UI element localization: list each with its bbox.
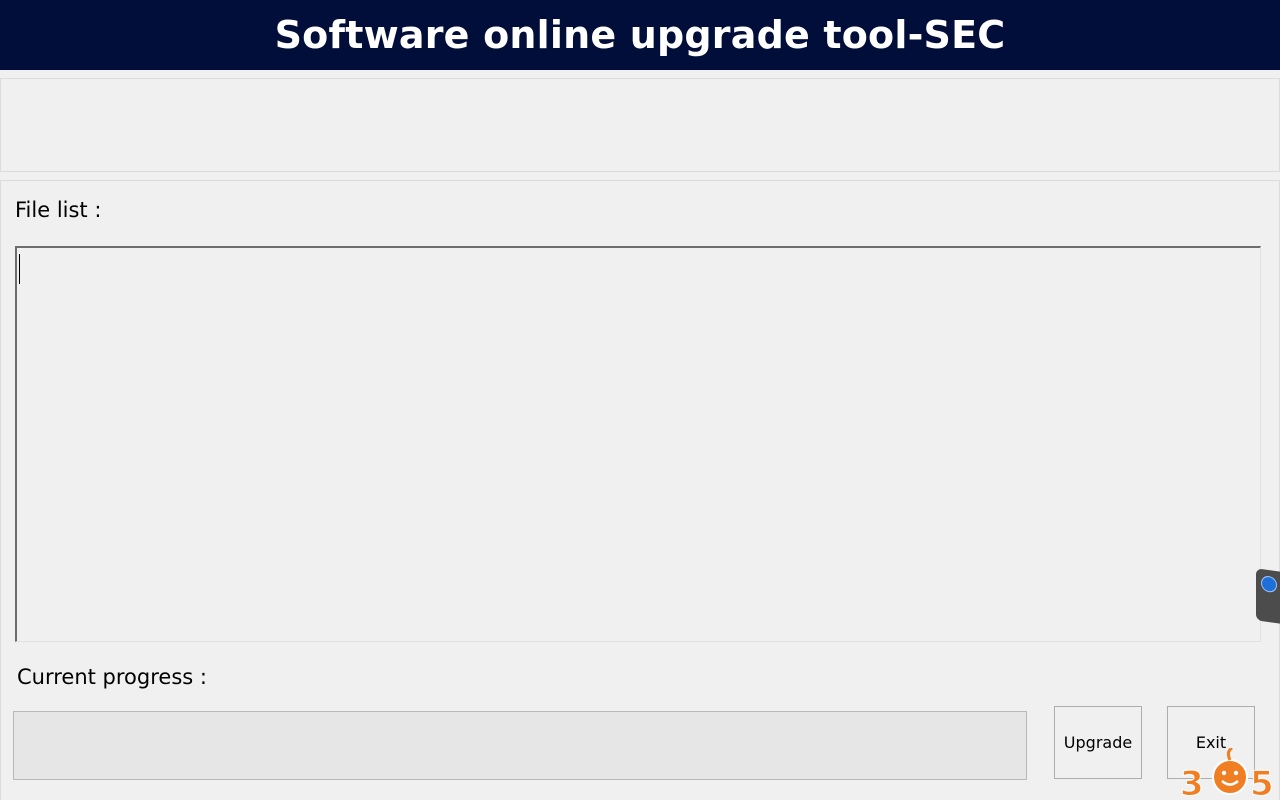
progress-label: Current progress : — [17, 665, 207, 689]
upgrade-button[interactable]: Upgrade — [1054, 706, 1142, 779]
file-list-label: File list : — [15, 198, 102, 222]
progress-bar — [13, 711, 1027, 780]
teamviewer-icon — [1261, 575, 1277, 594]
top-panel — [0, 78, 1280, 172]
teamviewer-side-tab[interactable] — [1256, 568, 1280, 624]
watermark-logo: 3 5 — [1180, 748, 1274, 800]
file-list-box[interactable] — [15, 246, 1261, 642]
window-title: Software online upgrade tool-SEC — [274, 13, 1006, 57]
svg-text:3: 3 — [1180, 764, 1204, 800]
svg-text:5: 5 — [1250, 764, 1274, 800]
text-caret — [19, 254, 20, 284]
title-bar: Software online upgrade tool-SEC — [0, 0, 1280, 70]
